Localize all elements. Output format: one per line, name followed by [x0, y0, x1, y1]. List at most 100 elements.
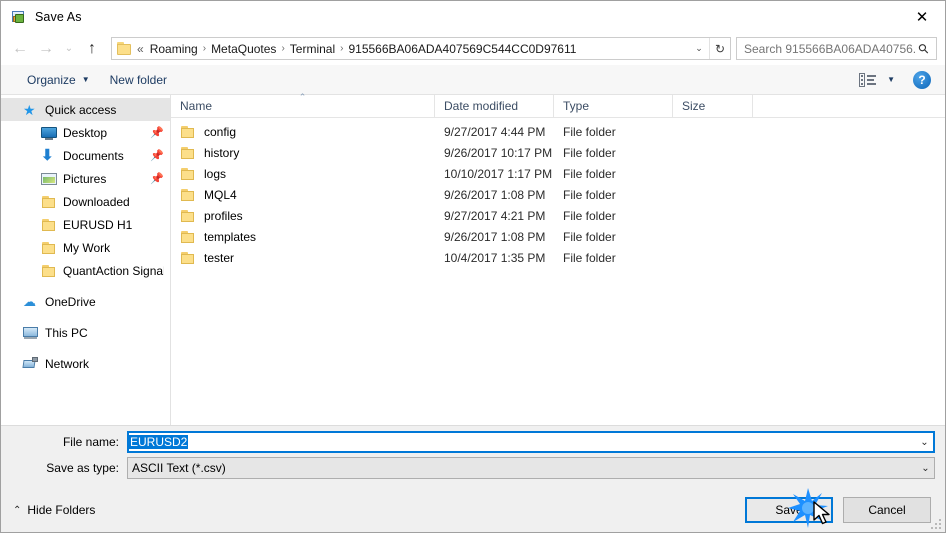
breadcrumb-item-0[interactable]: Roaming [147, 42, 201, 56]
dialog-buttons: Save Cancel [745, 497, 931, 523]
help-icon[interactable]: ? [913, 70, 931, 89]
close-icon[interactable]: ✕ [899, 1, 945, 32]
table-row[interactable]: profiles 9/27/2017 4:21 PM File folder [171, 205, 945, 226]
file-rows: config 9/27/2017 4:44 PM File folder his… [171, 118, 945, 425]
view-options-icon[interactable] [859, 72, 877, 87]
file-date-cell: 9/26/2017 1:08 PM [444, 187, 546, 202]
file-date-cell: 10/10/2017 1:17 PM [444, 166, 553, 181]
pin-icon[interactable]: 📌 [150, 126, 164, 139]
hide-folders-button[interactable]: ⌃ Hide Folders [13, 503, 95, 517]
view-options-chevron-down-icon[interactable]: ▼ [881, 75, 901, 84]
save-as-type-label: Save as type: [46, 461, 119, 475]
file-type-cell: File folder [563, 187, 616, 202]
breadcrumb-item-2[interactable]: Terminal [287, 42, 338, 56]
hide-folders-label: Hide Folders [27, 503, 96, 517]
sidebar-item-label: Downloaded [63, 194, 130, 209]
sidebar-item-desktop[interactable]: Desktop 📌 [1, 121, 170, 144]
breadcrumb-separator: › [340, 43, 344, 54]
search-box[interactable]: ⚲ [736, 37, 937, 60]
file-name-row: File name: EURUSD2 ⌄ [1, 431, 945, 453]
file-list-pane: ⌃ Name Date modified Type Size config 9/… [171, 91, 945, 425]
file-date-cell: 9/26/2017 1:08 PM [444, 229, 546, 244]
file-name-label: File name: [62, 435, 119, 449]
dialog-footer: ⌃ Hide Folders Save Cancel [1, 488, 945, 532]
column-header-size[interactable]: Size [673, 94, 753, 118]
file-date-cell: 9/26/2017 10:17 PM [444, 145, 553, 160]
file-name-input[interactable]: EURUSD2 ⌄ [127, 431, 935, 453]
file-name-label: history [204, 145, 240, 160]
save-as-type-select[interactable]: ASCII Text (*.csv) ⌄ [127, 457, 935, 479]
organize-button[interactable]: Organize ▼ [17, 68, 100, 92]
sidebar-item-this-pc[interactable]: This PC [1, 321, 170, 344]
sidebar-item-label: Quick access [45, 102, 117, 117]
table-row[interactable]: MQL4 9/26/2017 1:08 PM File folder [171, 184, 945, 205]
save-as-app-icon [11, 9, 27, 25]
search-input[interactable] [744, 41, 917, 56]
pin-icon[interactable]: 📌 [150, 149, 164, 162]
sidebar-item-label: This PC [45, 325, 88, 340]
cancel-button[interactable]: Cancel [843, 497, 931, 523]
sidebar-item-pictures[interactable]: Pictures 📌 [1, 167, 170, 190]
breadcrumb-overflow[interactable]: « [136, 42, 147, 56]
folder-icon [41, 263, 57, 279]
save-button[interactable]: Save [745, 497, 833, 523]
new-folder-button[interactable]: New folder [100, 68, 177, 92]
sort-ascending-icon: ⌃ [298, 91, 307, 102]
folder-icon [180, 166, 196, 182]
sidebar-item-downloaded[interactable]: Downloaded [1, 190, 170, 213]
breadcrumb: « Roaming › MetaQuotes › Terminal › 9155… [136, 42, 579, 56]
sidebar-item-eurusd-h1[interactable]: EURUSD H1 [1, 213, 170, 236]
recent-locations-button[interactable]: ⌄ [59, 36, 79, 62]
address-bar[interactable]: « Roaming › MetaQuotes › Terminal › 9155… [111, 37, 731, 60]
table-row[interactable]: config 9/27/2017 4:44 PM File folder [171, 121, 945, 142]
sidebar-item-onedrive[interactable]: ☁ OneDrive [1, 290, 170, 313]
command-bar-right: ▼ ? [859, 70, 937, 89]
folder-icon [180, 124, 196, 140]
sidebar-item-quick-access[interactable]: ★ Quick access [1, 98, 170, 121]
folder-icon [180, 250, 196, 266]
sidebar-item-label: Network [45, 356, 90, 371]
sidebar-item-network[interactable]: Network [1, 352, 170, 375]
cloud-icon: ☁ [23, 293, 36, 309]
file-name-label: MQL4 [204, 187, 237, 202]
pin-icon[interactable]: 📌 [150, 172, 164, 185]
star-icon: ★ [23, 101, 36, 118]
file-type-cell: File folder [563, 229, 616, 244]
refresh-icon[interactable]: ↻ [709, 38, 730, 59]
breadcrumb-item-1[interactable]: MetaQuotes [208, 42, 279, 56]
chevron-down-icon[interactable]: ⌄ [916, 437, 933, 448]
save-as-type-value: ASCII Text (*.csv) [132, 461, 226, 475]
sidebar-item-label: Pictures [63, 171, 107, 186]
breadcrumb-separator: › [202, 43, 207, 54]
breadcrumb-item-3[interactable]: 915566BA06ADA407569C544CC0D97611 [345, 42, 579, 56]
column-header-type[interactable]: Type [554, 94, 673, 118]
resize-grip[interactable] [929, 517, 941, 529]
column-header-date-modified[interactable]: Date modified [435, 94, 554, 118]
sidebar-item-label: OneDrive [45, 294, 96, 309]
chevron-down-icon: ▼ [81, 75, 90, 84]
table-row[interactable]: templates 9/26/2017 1:08 PM File folder [171, 226, 945, 247]
download-icon: ⬇ [41, 146, 54, 164]
table-row[interactable]: tester 10/4/2017 1:35 PM File folder [171, 247, 945, 268]
sidebar-item-documents[interactable]: ⬇ Documents 📌 [1, 144, 170, 167]
column-header-name[interactable]: ⌃ Name [171, 91, 435, 118]
chevron-down-icon[interactable]: ⌄ [689, 38, 709, 59]
title-bar: Save As ✕ [1, 1, 945, 32]
sidebar-item-label: EURUSD H1 [63, 217, 133, 232]
table-row[interactable]: logs 10/10/2017 1:17 PM File folder [171, 163, 945, 184]
chevron-up-icon: ⌃ [13, 504, 22, 516]
breadcrumb-separator: › [281, 43, 285, 54]
content-area: ★ Quick access Desktop 📌 ⬇ Documents 📌 P… [1, 91, 945, 426]
up-button[interactable]: ↑ [79, 36, 105, 62]
sidebar-item-my-work[interactable]: My Work [1, 236, 170, 259]
column-header-label: Name [180, 99, 213, 113]
sidebar-item-quantaction-signal[interactable]: QuantAction Signal [1, 259, 170, 282]
network-icon [22, 356, 39, 372]
forward-button[interactable]: → [33, 36, 59, 62]
folder-icon [180, 187, 196, 203]
navigation-sidebar: ★ Quick access Desktop 📌 ⬇ Documents 📌 P… [1, 95, 171, 425]
chevron-down-icon[interactable]: ⌄ [917, 463, 934, 474]
file-date-cell: 10/4/2017 1:35 PM [444, 250, 546, 265]
back-button[interactable]: ← [7, 36, 33, 62]
table-row[interactable]: history 9/26/2017 10:17 PM File folder [171, 142, 945, 163]
